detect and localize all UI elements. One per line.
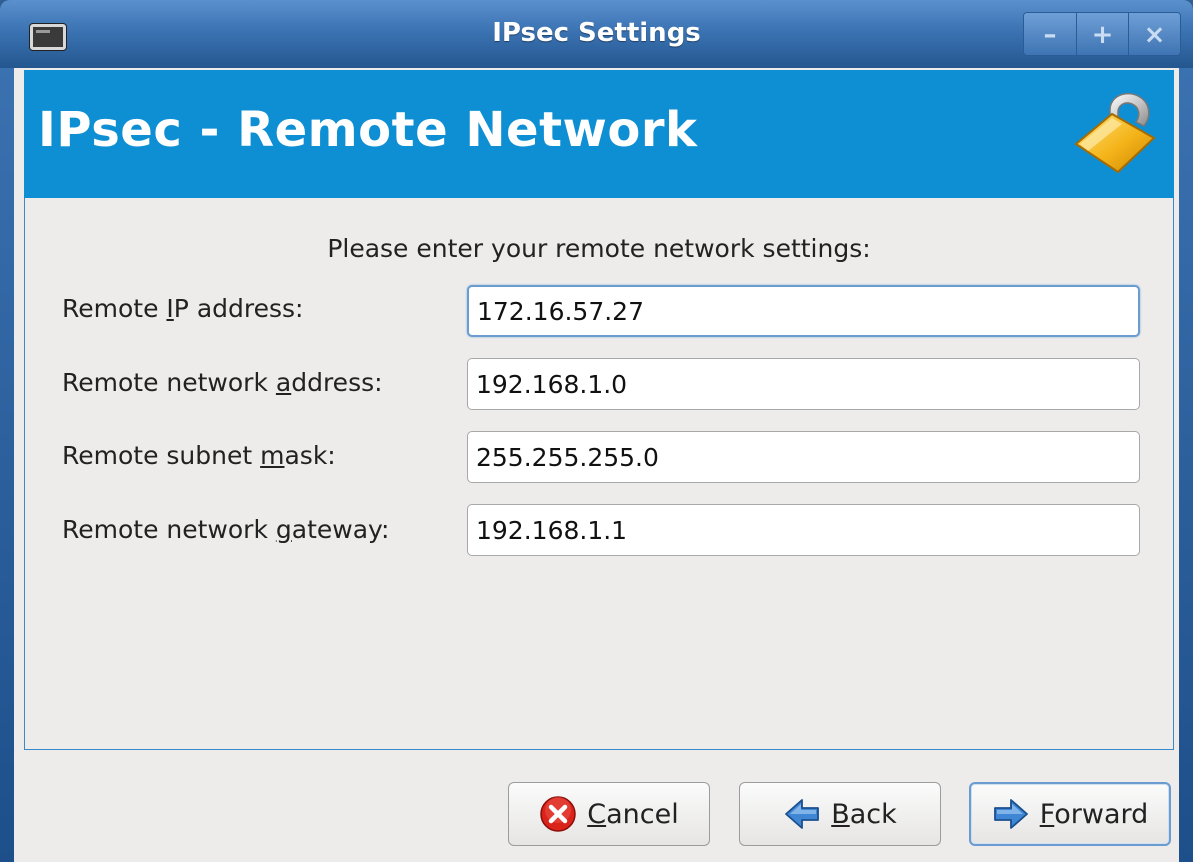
page-title: IPsec - Remote Network [38, 102, 698, 158]
minimize-button[interactable]: – [1024, 13, 1076, 55]
intro-text: Please enter your remote network setting… [327, 234, 871, 263]
remote-gateway-label: Remote network gateway: [62, 515, 390, 544]
padlock-icon [1074, 92, 1156, 174]
window-title: IPsec Settings [492, 18, 701, 48]
remote-network-label: Remote network address: [62, 368, 383, 397]
remote-gateway-field[interactable] [467, 504, 1140, 556]
dialog-body: IPsec - Remote Network Please enter your… [14, 68, 1179, 862]
remote-network-field[interactable] [467, 358, 1140, 410]
maximize-button[interactable]: + [1076, 13, 1128, 55]
cancel-label: Cancel [587, 798, 679, 830]
arrow-left-icon [785, 799, 820, 829]
dialog-window: IPsec Settings – + × IPsec - Remote Netw… [0, 0, 1193, 862]
remote-subnet-label: Remote subnet mask: [62, 441, 336, 470]
cancel-icon [540, 796, 576, 832]
back-label: Back [831, 798, 897, 830]
title-bar[interactable]: IPsec Settings – + × [0, 0, 1193, 68]
window-controls: – + × [1023, 12, 1181, 56]
remote-ip-field[interactable] [467, 285, 1140, 337]
header-banner: IPsec - Remote Network [24, 70, 1174, 198]
forward-label: Forward [1039, 798, 1149, 830]
cancel-button[interactable]: Cancel [508, 782, 710, 846]
arrow-right-icon [993, 799, 1028, 829]
remote-subnet-field[interactable] [467, 431, 1140, 483]
settings-panel: Please enter your remote network setting… [24, 198, 1174, 750]
remote-ip-label: Remote IP address: [62, 294, 304, 323]
close-button[interactable]: × [1128, 13, 1180, 55]
forward-button[interactable]: Forward [969, 782, 1171, 846]
back-button[interactable]: Back [739, 782, 941, 846]
